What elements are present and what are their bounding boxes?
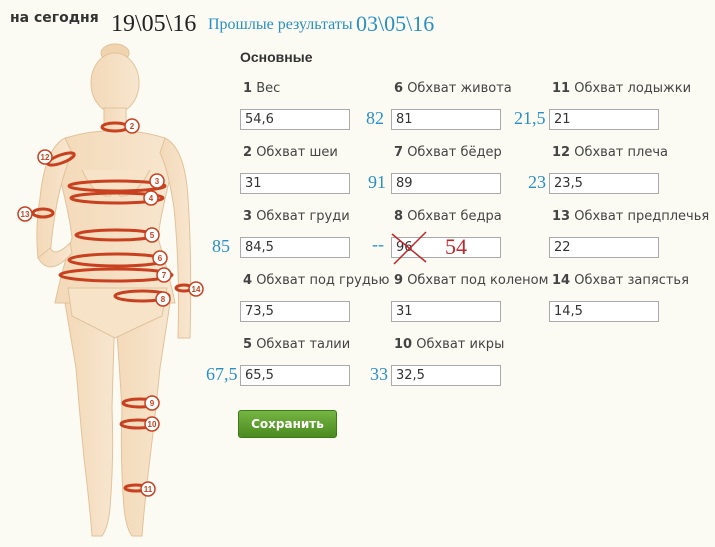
field-label-calf: 10 Обхват икры xyxy=(394,337,505,352)
figure-marker-8: 8 xyxy=(155,291,171,307)
field-label-neck: 2 Обхват шеи xyxy=(243,145,338,160)
under-knee-input[interactable] xyxy=(391,301,501,322)
figure-marker-7: 7 xyxy=(156,267,172,283)
save-button[interactable]: Сохранить xyxy=(238,410,337,438)
calf-input[interactable] xyxy=(391,365,501,386)
field-label-under-knee: 9 Обхват под коленом xyxy=(394,273,549,288)
hips-input[interactable] xyxy=(391,173,501,194)
field-label-belly: 6 Обхват живота xyxy=(394,81,512,96)
figure-marker-14: 14 xyxy=(188,281,204,297)
svg-text:8: 8 xyxy=(161,295,166,304)
prev-value-calf: 33 xyxy=(370,364,388,384)
figure-marker-11: 11 xyxy=(140,481,156,497)
svg-text:9: 9 xyxy=(150,399,155,408)
field-label-upper-arm: 12 Обхват плеча xyxy=(552,145,668,160)
field-label-chest: 3 Обхват груди xyxy=(243,209,350,224)
prev-value-chest: 85 xyxy=(212,236,230,256)
svg-text:11: 11 xyxy=(144,485,153,494)
figure-marker-2: 2 xyxy=(124,118,140,134)
chest-input[interactable] xyxy=(240,237,350,258)
figure-marker-5: 5 xyxy=(144,227,160,243)
svg-text:5: 5 xyxy=(150,231,155,240)
neck-input[interactable] xyxy=(240,173,350,194)
field-label-waist: 5 Обхват талии xyxy=(243,337,351,352)
previous-results-label: Прошлые результаты xyxy=(208,16,353,33)
field-label-ankle: 11 Обхват лодыжки xyxy=(552,81,692,96)
upper-arm-input[interactable] xyxy=(549,173,659,194)
figure-marker-4: 4 xyxy=(143,190,159,206)
weight-input[interactable] xyxy=(240,109,350,130)
svg-text:2: 2 xyxy=(130,122,135,131)
svg-text:7: 7 xyxy=(162,271,167,280)
figure-marker-10: 10 xyxy=(144,416,160,432)
prev-value-upper-arm: 23 xyxy=(528,172,546,192)
svg-text:14: 14 xyxy=(192,285,201,294)
ankle-input[interactable] xyxy=(549,109,659,130)
prev-value-thigh: -- xyxy=(372,234,384,254)
field-label-underbust: 4 Обхват под грудью xyxy=(243,273,390,288)
strike-mark-icon xyxy=(391,231,427,265)
figure-marker-3: 3 xyxy=(149,173,165,189)
waist-input[interactable] xyxy=(240,365,350,386)
today-date: 19\05\16 xyxy=(111,11,197,37)
prev-value-ankle: 21,5 xyxy=(514,108,546,128)
field-label-wrist: 14 Обхват запястья xyxy=(552,273,689,288)
figure-marker-12: 12 xyxy=(37,149,53,165)
svg-text:13: 13 xyxy=(21,210,30,219)
prev-value-waist: 67,5 xyxy=(206,364,238,384)
svg-text:10: 10 xyxy=(148,420,157,429)
svg-text:12: 12 xyxy=(41,153,50,162)
today-label: на сегодня xyxy=(10,10,99,26)
section-title: Основные xyxy=(240,49,313,65)
figure-marker-6: 6 xyxy=(152,250,168,266)
belly-input[interactable] xyxy=(391,109,501,130)
svg-text:4: 4 xyxy=(149,194,154,203)
field-label-hips: 7 Обхват бёдер xyxy=(394,145,502,160)
prev-value-hips: 91 xyxy=(368,172,386,192)
forearm-input[interactable] xyxy=(549,237,659,258)
wrist-input[interactable] xyxy=(549,301,659,322)
field-label-weight: 1 Вес xyxy=(243,81,281,96)
svg-text:3: 3 xyxy=(155,177,160,186)
svg-text:6: 6 xyxy=(158,254,163,263)
underbust-input[interactable] xyxy=(240,301,350,322)
prev-value-belly: 82 xyxy=(366,108,384,128)
figure-marker-13: 13 xyxy=(17,206,33,222)
field-label-forearm: 13 Обхват предплечья xyxy=(552,209,710,224)
corrected-value-thigh: 54 xyxy=(445,234,467,259)
previous-results-date: 03\05\16 xyxy=(356,11,435,36)
body-figure: 2 3 4 5 6 7 8 9 10 11 12 13 14 xyxy=(17,43,204,537)
figure-marker-9: 9 xyxy=(144,395,160,411)
field-label-thigh: 8 Обхват бедра xyxy=(394,209,502,224)
